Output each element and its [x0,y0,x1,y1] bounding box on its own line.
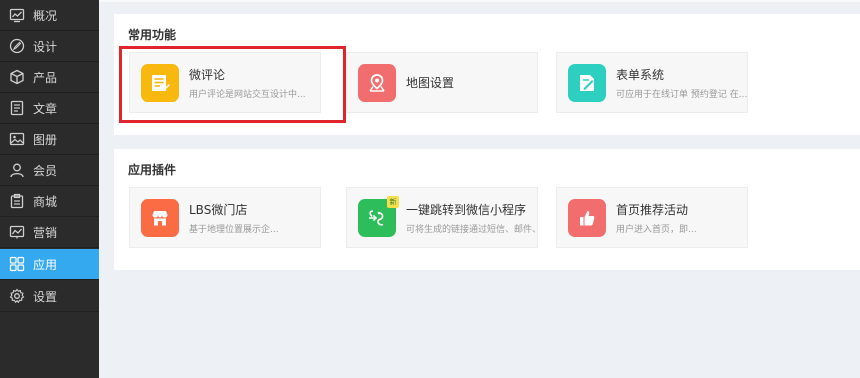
mini-program-icon: 新 [358,195,399,237]
sidebar-item-label: 设置 [33,289,58,304]
sidebar-item-product[interactable]: 产品 [0,62,99,93]
sidebar-item-mall[interactable]: 商城 [0,186,99,217]
card-title: 首页推荐活动 [616,202,689,217]
app-card-lbs-store[interactable]: LBS微门店 基于地理位置展示企... [129,187,321,248]
apps-grid-icon [9,256,25,272]
sidebar-item-design[interactable]: 设计 [0,31,99,62]
app-card-form-system[interactable]: 表单系统 可应用于在线订单 预约登记 在... [556,52,748,113]
sidebar-item-label: 应用 [33,257,58,272]
sidebar-item-overview[interactable]: 概况 [0,0,99,31]
app-card-comments[interactable]: 微评论 用户评论是网站交互设计中... [129,52,321,113]
card-description: 用户评论是网站交互设计中... [189,89,306,100]
section-title: 常用功能 [128,28,177,42]
card-description: 基于地理位置展示企... [189,224,279,235]
comment-list-icon [141,63,179,102]
app-card-wechat-miniprogram[interactable]: 新 一键跳转到微信小程序 可将生成的链接通过短信、邮件、 [346,187,538,248]
overview-chart-icon [9,7,25,23]
sidebar-item-label: 图册 [33,132,58,147]
sidebar-item-member[interactable]: 会员 [0,155,99,186]
sidebar-item-label: 文章 [33,101,58,116]
settings-gear-icon [9,288,25,304]
marketing-icon [9,224,25,240]
card-title: 地图设置 [406,76,455,90]
sidebar-item-label: 商城 [33,194,58,209]
section-title: 应用插件 [128,163,177,177]
card-description: 用户进入首页，即... [616,224,697,235]
sidebar-item-settings[interactable]: 设置 [0,281,99,312]
card-title: LBS微门店 [189,202,248,217]
main-content: 常用功能 微评论 用户评论是网站交互设计中... 地图设置 表单系统 可应用于在… [99,0,860,378]
card-title: 表单系统 [616,67,665,82]
card-title: 一键跳转到微信小程序 [406,202,527,217]
card-title: 微评论 [189,67,226,82]
thumbs-up-icon [568,198,606,237]
sidebar-item-label: 设计 [33,39,58,54]
app-plugins-section: 应用插件 LBS微门店 基于地理位置展示企... 新 一键跳转到微信小程序 可将… [114,149,860,270]
product-box-icon [9,69,25,85]
article-icon [9,100,25,116]
app-card-homepage-promo[interactable]: 首页推荐活动 用户进入首页，即... [556,187,748,248]
sidebar-item-apps[interactable]: 应用 [0,249,99,280]
sidebar-item-article[interactable]: 文章 [0,93,99,124]
top-strip [99,0,860,2]
map-pin-icon [358,63,396,102]
sidebar-item-gallery[interactable]: 图册 [0,124,99,155]
form-edit-icon [568,63,606,102]
common-functions-section: 常用功能 微评论 用户评论是网站交互设计中... 地图设置 表单系统 可应用于在… [114,14,860,135]
mall-icon [9,193,25,209]
store-icon [141,198,179,237]
sidebar-item-label: 营销 [33,225,58,240]
card-description: 可将生成的链接通过短信、邮件、 [406,224,537,235]
member-icon [9,162,25,178]
sidebar: 概况 设计 产品 文章 图册 会员 商城 营销 应用 设置 [0,0,99,378]
card-description: 可应用于在线订单 预约登记 在... [616,89,747,100]
sidebar-item-label: 概况 [33,8,58,23]
design-icon [9,38,25,54]
new-badge: 新 [387,195,399,208]
app-card-map-settings[interactable]: 地图设置 [346,52,538,113]
gallery-icon [9,131,25,147]
sidebar-item-label: 产品 [33,70,58,85]
sidebar-item-label: 会员 [33,163,58,178]
sidebar-item-marketing[interactable]: 营销 [0,217,99,248]
